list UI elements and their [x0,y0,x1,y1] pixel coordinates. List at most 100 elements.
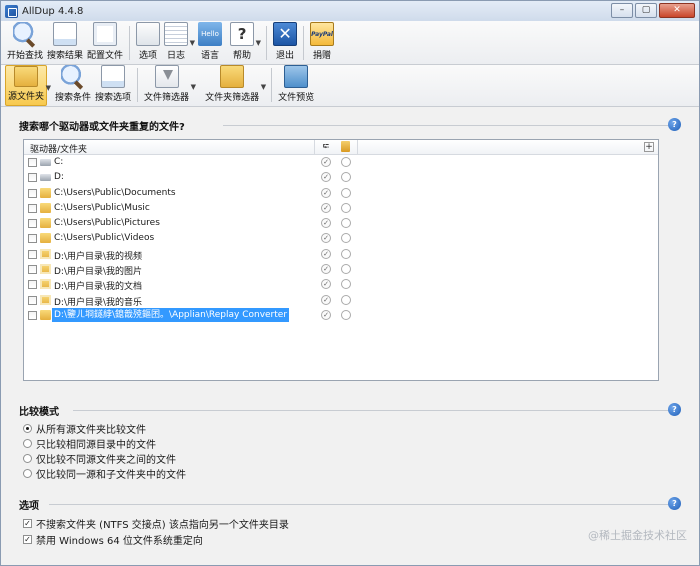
drive-icon [40,174,51,182]
list-item[interactable]: D:\用户目录\我的图片 ✓ [24,262,658,277]
subfolder-check-icon[interactable]: ✓ [321,309,331,320]
row-checkbox[interactable] [28,219,37,229]
search-criteria-icon [61,65,86,88]
list-item[interactable]: D:\用户目录\我的文档 ✓ [24,277,658,292]
subfolder-check-icon[interactable]: ✓ [321,218,331,229]
list-item[interactable]: D:\用户目录\我的视频 ✓ [24,247,658,262]
protect-radio[interactable] [341,279,351,290]
checkbox[interactable]: ✓ [23,519,32,528]
paypal-donate-icon: PayPal [310,22,335,46]
subfolder-check-icon[interactable]: ✓ [321,294,331,305]
row-checkbox[interactable] [28,249,37,259]
protect-radio[interactable] [341,294,351,305]
source-folder-tab[interactable]: 源文件夹 ▼ [5,65,51,106]
row-checkbox[interactable] [28,295,37,305]
protect-radio[interactable] [341,309,351,320]
protect-radio[interactable] [341,187,351,198]
add-column-button[interactable]: + [644,142,654,152]
list-item[interactable]: C:\Users\Public\Pictures ✓ [24,216,658,231]
option-label: 仅比较同一源和子文件夹中的文件 [36,470,186,481]
source-folder-list[interactable]: 驱动器/文件夹 ⮓ + C: ✓ D: ✓ C:\Users\Public\Docu… [23,139,659,381]
lock-icon[interactable] [341,141,350,152]
chevron-down-icon[interactable]: ▼ [46,84,51,92]
subfolder-check-icon[interactable]: ✓ [321,248,331,259]
list-item-selected[interactable]: D:\鑒ㄦ埛鐩綍\鎴戠殑鏂囨。\Applian\Replay Converter… [24,307,658,323]
log-button[interactable]: 日志 ▼ [162,21,195,64]
radio-button[interactable] [23,469,32,478]
chevron-down-icon[interactable]: ▼ [190,39,195,47]
checkbox[interactable]: ✓ [23,535,32,544]
row-checkbox[interactable] [28,265,37,275]
protect-radio[interactable] [341,218,351,229]
row-checkbox[interactable] [28,280,37,290]
list-item[interactable]: D:\用户目录\我的音乐 ✓ [24,293,658,308]
chevron-down-icon[interactable]: ▼ [191,83,196,91]
help-button[interactable]: ? 帮助 ▼ [228,21,261,64]
row-checkbox[interactable] [28,158,37,167]
row-checkbox[interactable] [28,188,37,198]
include-subfolders-icon[interactable]: ⮓ [320,141,332,153]
minimize-button[interactable]: – [611,3,633,18]
disable-redirection-option[interactable]: ✓ 禁用 Windows 64 位文件系统重定向 [23,532,203,547]
options-button[interactable]: 选项 [134,21,162,64]
row-label: D: [54,172,64,183]
skip-junction-option[interactable]: ✓ 不搜索文件夹 (NTFS 交接点) 该点指向另一个文件夹目录 [23,516,289,531]
main-toolbar: 开始查找 搜索结果 配置文件 选项 日志 ▼ Hello 语言 ? 帮助 ▼ ✕… [1,21,699,65]
protect-radio[interactable] [341,202,351,213]
donate-button[interactable]: PayPal 捐赠 [308,21,336,64]
row-checkbox[interactable] [28,203,37,213]
column-header-drive-folder[interactable]: 驱动器/文件夹 [30,142,87,155]
exit-button[interactable]: ✕ 退出 [271,21,299,64]
help-icon[interactable]: ? [668,497,681,510]
file-preview-tab[interactable]: 文件预览 [276,65,316,106]
start-search-button[interactable]: 开始查找 [5,21,45,64]
compare-option-same-source[interactable]: 只比较相同源目录中的文件 [23,436,156,451]
list-item[interactable]: D: ✓ [24,170,658,185]
row-label: C: [54,157,64,167]
compare-option-all[interactable]: 从所有源文件夹比较文件 [23,421,146,436]
search-criteria-tab[interactable]: 搜索条件 [53,65,93,106]
chevron-down-icon[interactable]: ▼ [261,83,266,91]
help-icon[interactable]: ? [668,403,681,416]
list-item[interactable]: C: ✓ [24,155,658,170]
folder-filter-tab[interactable]: 文件夹筛选器 ▼ [203,65,266,106]
chevron-down-icon[interactable]: ▼ [256,39,261,47]
subfolder-check-icon[interactable]: ✓ [321,264,331,275]
protect-radio[interactable] [341,157,351,167]
file-filter-tab[interactable]: 文件筛选器 ▼ [142,65,196,106]
subfolder-check-icon[interactable]: ✓ [321,279,331,290]
folder-filter-icon [220,65,245,88]
subfolder-check-icon[interactable]: ✓ [321,157,331,167]
row-checkbox[interactable] [28,234,37,244]
subfolder-check-icon[interactable]: ✓ [321,233,331,244]
profile-button[interactable]: 配置文件 [85,21,125,64]
protect-radio[interactable] [341,233,351,244]
start-search-label: 开始查找 [7,51,44,61]
compare-option-same-source-subfolders[interactable]: 仅比较同一源和子文件夹中的文件 [23,466,186,481]
help-icon[interactable]: ? [668,118,681,131]
compare-option-different-sources[interactable]: 仅比较不同源文件夹之间的文件 [23,451,176,466]
maximize-button[interactable]: ▢ [635,3,657,18]
protect-radio[interactable] [341,264,351,275]
column-divider [357,140,358,155]
subfolder-check-icon[interactable]: ✓ [321,187,331,198]
options-label: 选项 [139,51,158,61]
search-results-button[interactable]: 搜索结果 [45,21,85,64]
row-checkbox[interactable] [28,310,37,320]
close-button[interactable]: ✕ [659,3,695,18]
list-header: 驱动器/文件夹 ⮓ + [24,140,658,155]
subfolder-check-icon[interactable]: ✓ [321,202,331,213]
row-label: C:\Users\Public\Pictures [54,218,160,229]
list-item[interactable]: C:\Users\Public\Music ✓ [24,201,658,216]
language-button[interactable]: Hello 语言 [196,21,224,64]
search-options-tab[interactable]: 搜索选项 [93,65,133,106]
protect-radio[interactable] [341,172,351,183]
list-item[interactable]: C:\Users\Public\Documents ✓ [24,186,658,201]
radio-button[interactable] [23,424,32,433]
protect-radio[interactable] [341,248,351,259]
subfolder-check-icon[interactable]: ✓ [321,172,331,183]
radio-button[interactable] [23,454,32,463]
list-item[interactable]: C:\Users\Public\Videos ✓ [24,231,658,246]
radio-button[interactable] [23,439,32,448]
row-checkbox[interactable] [28,173,37,183]
